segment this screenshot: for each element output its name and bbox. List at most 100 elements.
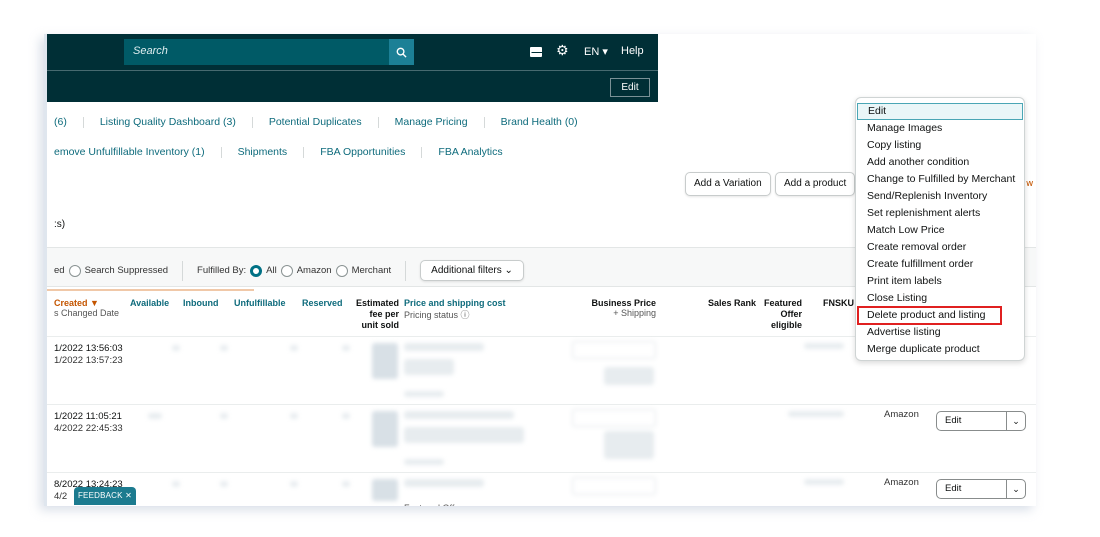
redacted-value <box>342 481 350 487</box>
redacted-fnsku <box>788 411 844 417</box>
nav-link-brand-health[interactable]: Brand Health (0) <box>501 116 578 128</box>
inventory-nav-row-1: (6) Listing Quality Dashboard (3) Potentia… <box>54 116 578 128</box>
redacted-fee <box>372 479 398 501</box>
redacted-price <box>404 479 484 487</box>
col-created[interactable]: Created ▼ s Changed Date <box>54 298 119 318</box>
menu-item-edit[interactable]: Edit <box>857 103 1023 120</box>
status-filter-partial: ed <box>54 265 65 276</box>
nav-link-manage-pricing[interactable]: Manage Pricing <box>395 116 468 128</box>
menu-item-create-removal-order[interactable]: Create removal order <box>857 239 1023 256</box>
menu-item-delete-product-and-listing[interactable]: Delete product and listing <box>857 306 1002 325</box>
divider <box>251 116 253 128</box>
menu-item-close-listing[interactable]: Close Listing <box>857 290 1023 307</box>
divider <box>220 146 222 158</box>
redacted-price <box>404 411 514 419</box>
nav-link-potential-duplicates[interactable]: Potential Duplicates <box>269 116 362 128</box>
add-variation-button[interactable]: Add a Variation <box>685 172 771 196</box>
fulfilled-amazon-radio[interactable] <box>280 264 293 277</box>
redacted-business-price <box>604 367 654 385</box>
nav-link-fba-opportunities[interactable]: FBA Opportunities <box>320 146 405 158</box>
pricing-status-label[interactable]: Pricing status ⓘ <box>404 308 506 321</box>
redacted-value <box>172 481 180 487</box>
row-dates: 1/2022 13:56:03 1/2022 13:57:23 <box>54 343 123 367</box>
redacted-fnsku <box>804 343 844 349</box>
fulfilled-all-radio[interactable] <box>250 264 263 277</box>
col-unfulfillable[interactable]: Unfulfillable <box>234 298 286 308</box>
search-suppressed-radio[interactable] <box>68 264 81 277</box>
nav-link-fba-analytics[interactable]: FBA Analytics <box>438 146 502 158</box>
redacted-value <box>172 345 180 351</box>
menu-item-set-replenishment-alerts[interactable]: Set replenishment alerts <box>857 205 1023 222</box>
redacted-value <box>148 413 162 419</box>
sort-indicator <box>44 289 254 291</box>
divider <box>483 116 485 128</box>
gear-icon[interactable]: ⚙ <box>556 43 569 59</box>
top-header: Search ⚙ EN ▾ Help <box>44 34 658 70</box>
menu-item-create-fulfillment-order[interactable]: Create fulfillment order <box>857 256 1023 273</box>
redacted-value <box>290 481 298 487</box>
redacted-value <box>290 413 298 419</box>
fulfilled-merchant-radio[interactable] <box>335 264 348 277</box>
divider <box>182 260 184 281</box>
chevron-down-icon[interactable]: ⌄ <box>1006 480 1025 498</box>
row-edit-button[interactable]: Edit <box>945 415 961 426</box>
redacted-business-price <box>604 431 654 459</box>
redacted-price <box>404 427 524 443</box>
col-reserved[interactable]: Reserved <box>302 298 343 308</box>
row-actions-dropdown: Edit Manage Images Copy listing Add anot… <box>855 97 1025 361</box>
menu-item-copy-listing[interactable]: Copy listing <box>857 137 1023 154</box>
redacted-price <box>404 459 444 465</box>
view-link-partial[interactable]: w <box>1026 179 1033 189</box>
row-edit-button[interactable]: Edit <box>945 483 961 494</box>
fulfilled-by-value: Amazon <box>884 409 919 420</box>
edit-nav-button[interactable]: Edit <box>610 78 650 97</box>
redacted-business-price-input[interactable] <box>572 409 656 427</box>
col-business-price[interactable]: Business Price + Shipping <box>576 298 656 318</box>
chevron-down-icon[interactable]: ⌄ <box>1006 412 1025 430</box>
row-edit-split-button[interactable]: Edit ⌄ <box>936 411 1026 431</box>
language-selector[interactable]: EN ▾ <box>584 45 608 58</box>
search-button[interactable] <box>389 39 414 65</box>
redacted-value <box>220 413 228 419</box>
redacted-business-price-input[interactable] <box>572 341 656 359</box>
search-input[interactable]: Search <box>124 39 389 65</box>
menu-item-send-replenish-inventory[interactable]: Send/Replenish Inventory <box>857 188 1023 205</box>
col-estimated-fee[interactable]: Estimated fee per unit sold <box>354 298 399 331</box>
changed-date: 4/2 <box>54 491 68 502</box>
menu-item-match-low-price[interactable]: Match Low Price <box>857 222 1023 239</box>
help-link[interactable]: Help <box>621 45 644 57</box>
col-fnsku[interactable]: FNSKU <box>823 298 854 308</box>
nav-link-shipments[interactable]: Shipments <box>238 146 288 158</box>
mail-icon[interactable] <box>530 47 542 57</box>
redacted-value <box>342 345 350 351</box>
search-icon <box>396 47 407 58</box>
menu-item-manage-images[interactable]: Manage Images <box>857 120 1023 137</box>
redacted-business-price-input[interactable] <box>572 477 656 495</box>
row-edit-split-button[interactable]: Edit ⌄ <box>936 479 1026 499</box>
feedback-button[interactable]: FEEDBACK ✕ <box>74 487 136 505</box>
menu-item-advertise-listing[interactable]: Advertise listing <box>857 324 1023 341</box>
sub-header: Edit <box>44 70 658 102</box>
add-product-button[interactable]: Add a product <box>775 172 856 196</box>
col-fee-line: Estimated <box>355 298 399 308</box>
nav-link-partial[interactable]: (6) <box>54 116 67 128</box>
additional-filters-button[interactable]: Additional filters ⌄ <box>420 260 524 281</box>
menu-item-change-to-fbm[interactable]: Change to Fulfilled by Merchant <box>857 171 1023 188</box>
col-sales-rank[interactable]: Sales Rank <box>708 298 756 308</box>
col-inbound[interactable]: Inbound <box>183 298 219 308</box>
nav-link-remove-unfulfillable[interactable]: emove Unfulfillable Inventory (1) <box>54 146 205 158</box>
menu-item-print-item-labels[interactable]: Print item labels <box>857 273 1023 290</box>
col-featured-line: Featured <box>763 298 802 308</box>
menu-item-add-another-condition[interactable]: Add another condition <box>857 154 1023 171</box>
changed-date: 4/2022 22:45:33 <box>54 423 123 434</box>
menu-item-merge-duplicate-product[interactable]: Merge duplicate product <box>857 341 1023 358</box>
result-count: :s) <box>54 219 66 230</box>
nav-link-listing-quality-dashboard[interactable]: Listing Quality Dashboard (3) <box>100 116 236 128</box>
search-suppressed-label: Search Suppressed <box>84 265 169 276</box>
col-price[interactable]: Price and shipping cost Pricing status ⓘ <box>404 298 506 321</box>
col-available[interactable]: Available <box>130 298 169 308</box>
col-featured-line: Offer <box>780 309 802 319</box>
col-featured-offer[interactable]: Featured Offer eligible <box>760 298 802 331</box>
redacted-value <box>220 345 228 351</box>
featured-offer-text: Featured Offer: -- <box>404 503 473 506</box>
